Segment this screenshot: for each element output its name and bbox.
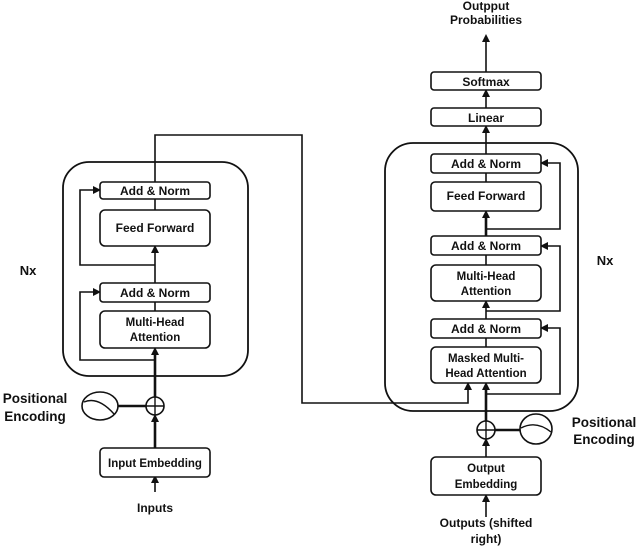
encoder-feed-forward: Feed Forward — [99, 209, 211, 247]
decoder-masked-attention-label-line1: Masked Multi- — [448, 353, 524, 365]
decoder-inputs-label-line1: Outputs (shifted — [440, 516, 533, 530]
softmax-layer: Softmax — [430, 71, 542, 91]
decoder-add-circle-icon — [476, 420, 496, 440]
decoder-inputs-label-line2: right) — [471, 532, 502, 546]
decoder-repeat-label: Nx — [597, 253, 614, 268]
decoder-add-norm-middle-label: Add & Norm — [451, 239, 521, 253]
decoder-masked-multi-head-attention: Masked Multi- Head Attention — [430, 346, 542, 384]
output-probabilities-label-line2: Probabilities — [450, 13, 522, 27]
linear-label: Linear — [468, 111, 504, 125]
encoder-add-norm-bottom-label: Add & Norm — [120, 286, 190, 300]
softmax-label: Softmax — [462, 75, 510, 89]
encoder-feed-forward-label: Feed Forward — [116, 221, 195, 235]
decoder-add-norm-top: Add & Norm — [430, 153, 542, 174]
linear-layer: Linear — [430, 107, 542, 127]
decoder-feed-forward: Feed Forward — [430, 181, 542, 212]
output-probabilities-label-line1: Outpput — [463, 0, 510, 13]
encoder-positional-encoding-label-line2: Encoding — [4, 409, 66, 424]
decoder-positional-encoding-label-line1: Positional — [572, 415, 637, 430]
encoder-repeat-label: Nx — [20, 263, 37, 278]
decoder-embedding-label-line1: Output — [467, 463, 505, 475]
encoder-sine-wave-icon — [81, 391, 119, 421]
decoder-feed-forward-label: Feed Forward — [447, 189, 526, 203]
decoder-output-embedding: Output Embedding — [430, 456, 542, 496]
encoder-add-norm-top-label: Add & Norm — [120, 184, 190, 198]
encoder-output-wire — [154, 134, 472, 404]
decoder-attention-label-line2: Attention — [461, 286, 511, 298]
encoder-add-norm-bottom: Add & Norm — [99, 282, 211, 303]
encoder-input-embedding: Input Embedding — [99, 447, 211, 478]
decoder-sine-wave-icon — [519, 413, 553, 445]
encoder-embedding-label: Input Embedding — [108, 458, 202, 470]
encoder-add-circle-icon — [145, 396, 165, 416]
decoder-embedding-label-line2: Embedding — [455, 479, 518, 491]
encoder-positional-encoding-label-line1: Positional — [3, 391, 68, 406]
decoder-add-norm-bottom: Add & Norm — [430, 318, 542, 339]
decoder-add-norm-bottom-label: Add & Norm — [451, 322, 521, 336]
decoder-masked-attention-label-line2: Head Attention — [445, 368, 526, 380]
transformer-diagram: Add & Norm Feed Forward Add & Norm Multi… — [3, 0, 637, 546]
decoder-attention-label-line1: Multi-Head — [457, 271, 516, 283]
decoder-positional-encoding-label-line2: Encoding — [573, 432, 635, 447]
decoder-multi-head-attention: Multi-Head Attention — [430, 264, 542, 302]
encoder-attention-label-line2: Attention — [130, 332, 180, 344]
encoder-attention-label-line1: Multi-Head — [126, 317, 185, 329]
decoder-add-norm-middle: Add & Norm — [430, 235, 542, 256]
encoder-inputs-label: Inputs — [137, 501, 173, 515]
decoder-add-norm-top-label: Add & Norm — [451, 157, 521, 171]
encoder-multi-head-attention: Multi-Head Attention — [99, 310, 211, 349]
encoder-add-norm-top: Add & Norm — [99, 181, 211, 200]
